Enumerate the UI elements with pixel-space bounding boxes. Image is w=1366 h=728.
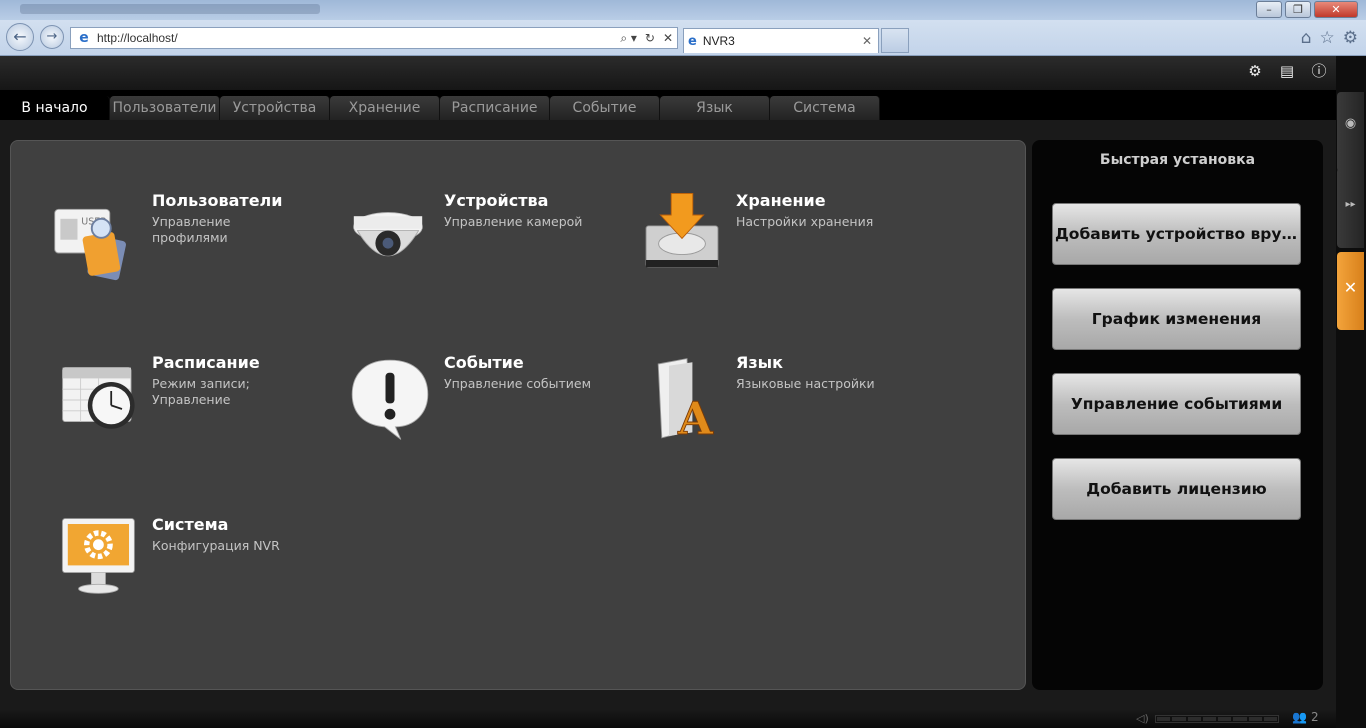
home-panel: USER Пользователи Управление профилями У…: [10, 140, 1026, 690]
favorites-star-icon[interactable]: ☆: [1320, 28, 1335, 48]
ie-logo-icon: e: [688, 33, 697, 49]
module-title: Расписание: [152, 353, 260, 372]
address-bar[interactable]: e http://localhost/ ⌕ ▾ ↻ ✕: [70, 27, 678, 49]
module-title: Хранение: [736, 191, 826, 210]
ie-logo-icon: e: [79, 30, 89, 46]
info-icon[interactable]: ⓘ: [1310, 62, 1328, 80]
eye-icon[interactable]: ◉: [1337, 92, 1364, 172]
module-language[interactable]: A Язык Языковые настройки: [595, 353, 875, 463]
url-text[interactable]: http://localhost/: [97, 31, 616, 45]
module-storage[interactable]: Хранение Настройки хранения: [595, 191, 875, 301]
dome-camera-icon: [353, 212, 423, 257]
online-users: 👥 2: [1292, 710, 1319, 724]
home-icon[interactable]: ⌂: [1301, 28, 1312, 48]
window-title-blurred: [20, 4, 320, 14]
module-users[interactable]: USER Пользователи Управление профилями: [11, 191, 291, 301]
module-desc: Управление событием: [444, 376, 592, 391]
hard-drive-icon: [645, 192, 719, 268]
maximize-button[interactable]: ❐: [1285, 1, 1311, 18]
tab-storage[interactable]: Хранение: [330, 96, 440, 120]
close-window-button[interactable]: ✕: [1314, 1, 1358, 18]
browser-tab-title: NVR3: [702, 34, 735, 48]
level-meter: [1155, 715, 1279, 723]
module-system[interactable]: Система Конфигурация NVR: [11, 515, 291, 625]
module-schedule[interactable]: Расписание Режим записи; Управление: [11, 353, 291, 463]
forward-button[interactable]: →: [40, 25, 64, 49]
tab-event[interactable]: Событие: [550, 96, 660, 120]
module-desc: Конфигурация NVR: [152, 538, 280, 553]
tab-system[interactable]: Система: [770, 96, 880, 120]
module-devices[interactable]: Устройства Управление камерой: [303, 191, 583, 301]
user-count: 2: [1310, 710, 1319, 724]
tab-users[interactable]: Пользователи: [110, 96, 220, 120]
volume-icon[interactable]: ◁): [1136, 712, 1149, 725]
fast-forward-icon[interactable]: ▸▸: [1337, 168, 1364, 248]
language-folder-icon: A: [657, 358, 714, 445]
user-badges-icon: USER: [54, 208, 126, 281]
tools-icon[interactable]: ✕: [1337, 252, 1364, 330]
side-toolbar: ◉ ▸▸ ✕: [1336, 56, 1366, 728]
manage-events-button[interactable]: Управление событиями: [1052, 373, 1301, 435]
stop-icon[interactable]: ✕: [659, 31, 677, 45]
module-desc: Режим записи; Управление: [152, 376, 250, 407]
module-title: Событие: [444, 353, 524, 372]
monitor-gear-icon: [61, 518, 135, 594]
change-schedule-button[interactable]: График изменения: [1052, 288, 1301, 350]
tab-language[interactable]: Язык: [660, 96, 770, 120]
module-desc: Настройки хранения: [736, 214, 874, 229]
tab-devices[interactable]: Устройства: [220, 96, 330, 120]
browser-chrome: – ❐ ✕ ← → e http://localhost/ ⌕ ▾ ↻ ✕ e …: [0, 0, 1366, 56]
search-dropdown-icon[interactable]: ⌕ ▾: [616, 31, 641, 46]
status-bar: ◁) 👥 2: [0, 708, 1336, 728]
minimize-button[interactable]: –: [1256, 1, 1282, 18]
calendar-clock-icon: [62, 367, 135, 429]
app-header: ⚙ ▤ ⓘ: [0, 56, 1336, 90]
svg-text:A: A: [677, 392, 714, 445]
quick-setup-title: Быстрая установка: [1099, 152, 1256, 168]
module-title: Пользователи: [152, 191, 283, 210]
module-desc: Управление камерой: [444, 214, 583, 229]
tab-schedule[interactable]: Расписание: [440, 96, 550, 120]
module-title: Устройства: [444, 191, 549, 210]
new-tab-button[interactable]: [881, 28, 909, 53]
add-device-manually-button[interactable]: Добавить устройство вручную: [1052, 203, 1301, 265]
main-tabbar: В начало Пользователи Устройства Хранени…: [0, 90, 1336, 120]
module-desc: Языковые настройки: [736, 376, 875, 391]
quick-setup-panel: Быстрая установка Добавить устройство вр…: [1032, 140, 1323, 690]
document-icon[interactable]: ▤: [1278, 62, 1296, 80]
tab-home[interactable]: В начало: [0, 96, 110, 120]
module-title: Язык: [736, 353, 783, 372]
tools-gear-icon[interactable]: ⚙: [1343, 28, 1358, 48]
module-title: Система: [152, 515, 229, 534]
browser-tab-nvr3[interactable]: e NVR3 ✕: [683, 28, 879, 53]
users-icon: 👥: [1292, 710, 1307, 724]
add-license-button[interactable]: Добавить лицензию: [1052, 458, 1301, 520]
module-event[interactable]: Событие Управление событием: [303, 353, 591, 463]
alert-bubble-icon: [351, 359, 429, 440]
refresh-icon[interactable]: ↻: [641, 31, 659, 45]
module-desc: Управление профилями: [152, 214, 231, 245]
close-tab-icon[interactable]: ✕: [862, 34, 878, 48]
settings-gear-icon[interactable]: ⚙: [1246, 62, 1264, 80]
back-button[interactable]: ←: [6, 23, 34, 51]
window-title-bar: – ❐ ✕: [0, 0, 1366, 20]
